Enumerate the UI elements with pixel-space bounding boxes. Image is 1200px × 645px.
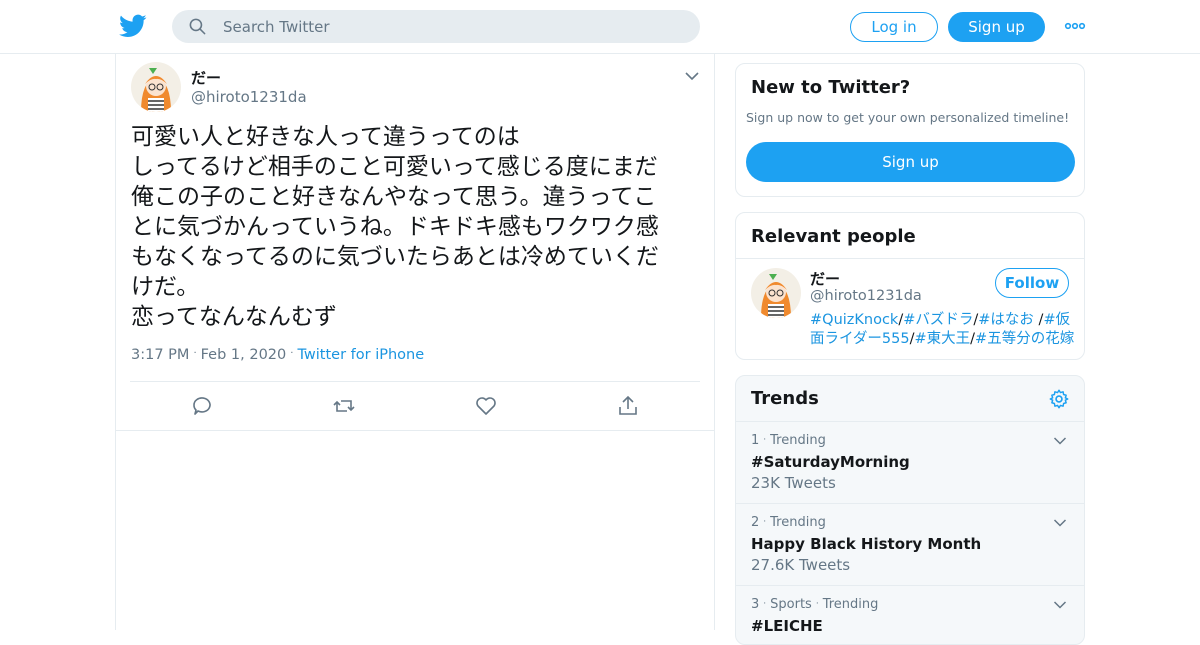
search-placeholder: Search Twitter (223, 18, 330, 36)
trend-context: 2 · Trending (751, 515, 826, 530)
hashtag-link[interactable]: #五等分の花嫁 (975, 331, 1074, 347)
follow-button[interactable]: Follow (995, 268, 1069, 298)
like-icon[interactable] (474, 394, 498, 418)
divider (116, 430, 714, 431)
separator-dot: · (193, 348, 197, 359)
trend-context: 1 · Trending (751, 433, 826, 448)
chevron-down-icon[interactable] (1053, 518, 1067, 528)
search-icon (189, 18, 206, 35)
twitter-bird-icon[interactable] (119, 12, 147, 40)
chevron-down-icon[interactable] (1053, 600, 1067, 610)
card-title: Trends (751, 388, 819, 409)
new-to-twitter-card: New to Twitter? Sign up now to get your … (735, 63, 1085, 197)
separator-dot: · (763, 599, 767, 609)
trend-count: 23K Tweets (751, 474, 836, 492)
trend-rank: 3 (751, 597, 760, 612)
tweet-column: だー @hiroto1231da 可愛い人と好きな人って違うってのは しってるけ… (115, 54, 715, 630)
chevron-down-icon[interactable] (1053, 436, 1067, 446)
trend-label: Trending (770, 433, 826, 448)
person-name[interactable]: だー (810, 268, 840, 289)
avatar-illustration-icon (751, 268, 801, 318)
hashtag-link[interactable]: #バズドラ (903, 312, 973, 328)
card-title: Relevant people (751, 226, 916, 247)
hashtag-link[interactable]: #東大王 (915, 331, 971, 347)
search-input[interactable]: Search Twitter (172, 10, 700, 43)
tweet-text: 可愛い人と好きな人って違うってのは しってるけど相手のこと可愛いって感じる度にま… (131, 124, 659, 330)
tweet-actions (116, 394, 714, 418)
share-icon[interactable] (616, 394, 640, 418)
separator-dot: · (763, 435, 767, 445)
more-icon[interactable] (1064, 20, 1086, 32)
signup-large-button[interactable]: Sign up (746, 142, 1075, 182)
tweet-meta: 3:17 PM · Feb 1, 2020 · Twitter for iPhone (131, 347, 424, 363)
avatar[interactable] (131, 62, 181, 112)
trend-count: 27.6K Tweets (751, 556, 851, 574)
gear-icon[interactable] (1048, 388, 1070, 410)
card-subtitle: Sign up now to get your own personalized… (746, 110, 1070, 125)
reply-icon[interactable] (190, 394, 214, 418)
tweet-author-name[interactable]: だー (191, 67, 221, 88)
hashtag-link[interactable]: #はなお (978, 312, 1034, 328)
person-bio: #QuizKnock/#バズドラ/#はなお /#仮面ライダー555/#東大王/#… (810, 311, 1075, 349)
trend-context: 3 · Sports · Trending (751, 597, 878, 612)
tweet-date[interactable]: Feb 1, 2020 (201, 347, 287, 363)
signup-button[interactable]: Sign up (948, 12, 1045, 42)
avatar-illustration-icon (131, 62, 181, 112)
person-handle[interactable]: @hiroto1231da (810, 288, 922, 304)
trend-label: Trending (770, 515, 826, 530)
relevant-people-card: Relevant people だー @hiroto1231da Follow … (735, 212, 1085, 360)
hashtag-link[interactable]: #QuizKnock (810, 312, 898, 328)
trend-item[interactable]: 2 · Trending Happy Black History Month 27.… (736, 503, 1084, 585)
tweet-author-handle[interactable]: @hiroto1231da (191, 88, 307, 106)
login-button[interactable]: Log in (850, 12, 938, 42)
retweet-icon[interactable] (332, 394, 356, 418)
trend-rank: 1 (751, 433, 760, 448)
tweet-time[interactable]: 3:17 PM (131, 347, 189, 363)
trend-name[interactable]: Happy Black History Month (751, 535, 981, 553)
trend-label: Trending (822, 597, 879, 612)
trend-category: Sports (770, 597, 812, 612)
trend-item[interactable]: 1 · Trending #SaturdayMorning 23K Tweets (736, 421, 1084, 503)
divider (736, 258, 1084, 259)
trend-name[interactable]: #LEICHE (751, 617, 823, 635)
trend-rank: 2 (751, 515, 760, 530)
divider (130, 381, 700, 382)
tweet-source-link[interactable]: Twitter for iPhone (297, 347, 424, 363)
card-title: New to Twitter? (751, 77, 911, 98)
top-bar: Search Twitter Log in Sign up (0, 0, 1200, 54)
bio-separator: / (1033, 312, 1044, 328)
trend-item[interactable]: 3 · Sports · Trending #LEICHE (736, 585, 1084, 644)
chevron-down-icon[interactable] (684, 70, 700, 82)
separator-dot: · (763, 517, 767, 527)
trends-card: Trends 1 · Trending #SaturdayMorning 23K T… (735, 375, 1085, 645)
avatar[interactable] (751, 268, 801, 318)
separator-dot: · (290, 348, 294, 359)
separator-dot: · (815, 599, 819, 609)
trend-name[interactable]: #SaturdayMorning (751, 453, 910, 471)
